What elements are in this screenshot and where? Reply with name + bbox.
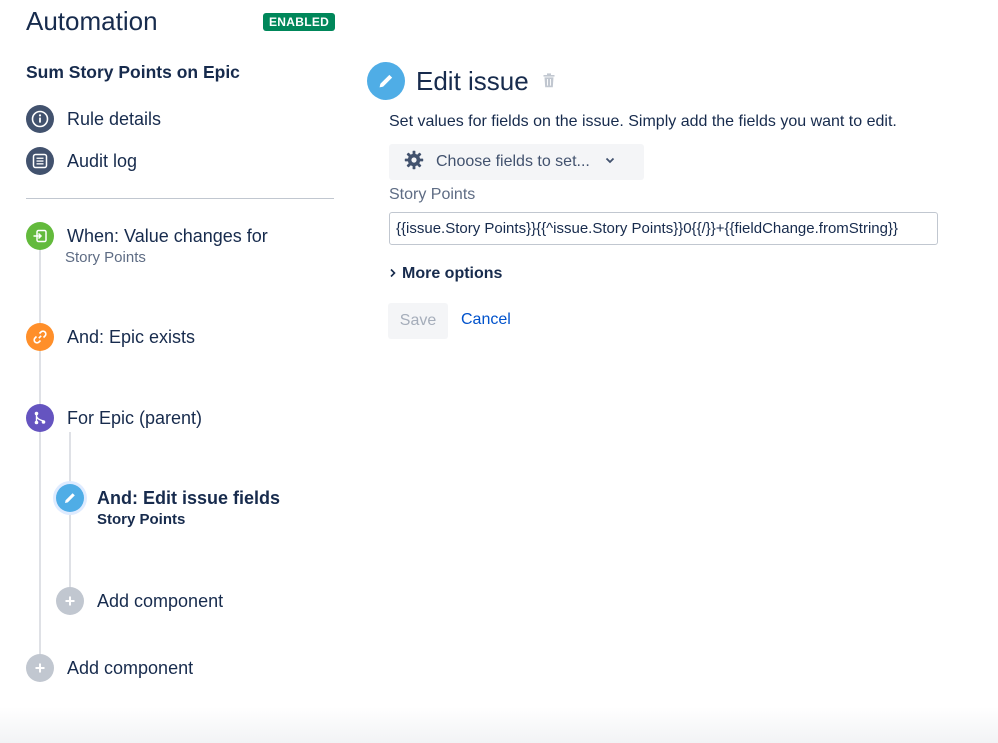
sidebar-item-label: Audit log — [67, 150, 138, 171]
panel-heading: Edit issue — [416, 65, 529, 96]
chevron-right-icon — [389, 265, 397, 283]
sidebar-item-rule-details[interactable]: Rule details — [26, 105, 161, 133]
chevron-down-icon — [604, 153, 616, 171]
action-step[interactable]: And: Edit issue fields Story Points — [56, 484, 280, 528]
save-button[interactable]: Save — [388, 303, 448, 339]
action-title: And: Edit issue fields — [97, 488, 281, 508]
gear-icon — [404, 150, 424, 175]
outer-connector-line — [39, 250, 41, 670]
more-options-toggle[interactable]: More options — [389, 265, 502, 283]
sidebar-divider — [26, 198, 334, 199]
add-component-inner-button[interactable]: Add component — [56, 587, 223, 615]
trash-icon[interactable] — [543, 73, 555, 93]
branch-title: For Epic (parent) — [67, 408, 203, 428]
bottom-fade — [0, 707, 998, 743]
pencil-icon — [367, 62, 405, 100]
action-subtitle: Story Points — [97, 511, 186, 528]
status-badge: ENABLED — [263, 13, 336, 31]
page-title: Automation — [26, 6, 158, 36]
choose-fields-button[interactable]: Choose fields to set... — [389, 144, 644, 180]
more-options-label: More options — [402, 265, 503, 282]
story-points-label: Story Points — [389, 186, 476, 203]
trigger-icon — [26, 222, 54, 250]
plus-icon — [26, 654, 54, 682]
story-points-input[interactable] — [389, 212, 938, 245]
choose-fields-label: Choose fields to set... — [436, 153, 590, 170]
trigger-subtitle: Story Points — [65, 249, 146, 266]
add-component-outer-button[interactable]: Add component — [26, 654, 193, 682]
branch-step[interactable]: For Epic (parent) — [26, 404, 202, 432]
trigger-step[interactable]: When: Value changes for Story Points — [26, 222, 268, 266]
condition-step[interactable]: And: Epic exists — [26, 323, 195, 351]
sidebar-item-audit-log[interactable]: Audit log — [26, 147, 137, 175]
branch-icon — [26, 404, 54, 432]
list-icon — [26, 147, 54, 175]
pencil-icon — [56, 484, 84, 512]
link-icon — [26, 323, 54, 351]
cancel-button[interactable]: Cancel — [461, 311, 511, 329]
trigger-title: When: Value changes for — [67, 226, 268, 246]
plus-icon — [56, 587, 84, 615]
condition-title: And: Epic exists — [67, 327, 196, 347]
edit-issue-header: Edit issue — [367, 62, 555, 100]
rule-name: Sum Story Points on Epic — [26, 62, 240, 82]
panel-description: Set values for fields on the issue. Simp… — [389, 113, 897, 130]
add-component-label: Add component — [97, 591, 224, 611]
sidebar-item-label: Rule details — [67, 108, 162, 129]
info-icon — [26, 105, 54, 133]
add-component-label: Add component — [67, 658, 194, 678]
